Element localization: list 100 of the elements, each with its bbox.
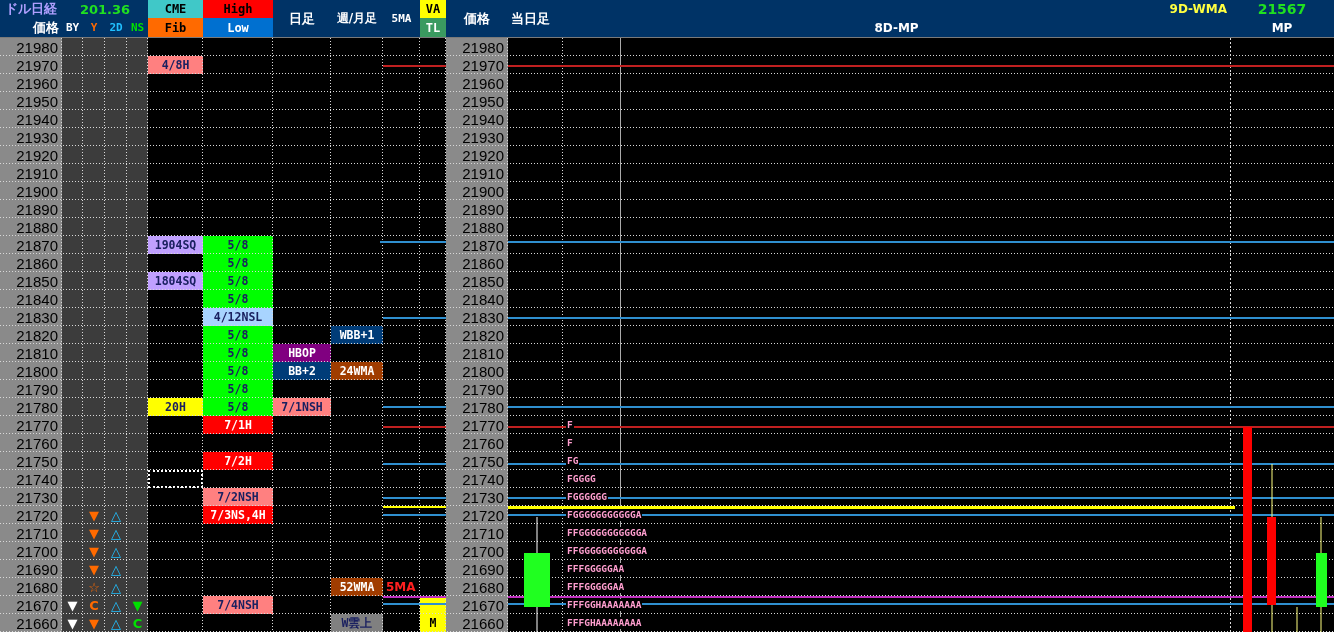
signal-mark: △ [105,578,127,596]
level-line [380,241,446,243]
rate-value: 201.36 [78,0,132,18]
column-header: TL [420,18,446,37]
high-low-label: 5/8 [203,254,273,272]
price-cell: 21660 [0,614,62,632]
signal-mark: ▼ [62,596,83,614]
daily-label: BB+2 [273,362,331,380]
price-cell: 21820 [0,326,62,344]
high-low-label: 5/8 [203,362,273,380]
high-low-label: 5/8 [203,344,273,362]
signal-mark: ▼ [83,506,105,524]
signal-mark: △ [105,542,127,560]
price-cell: 21750 [446,452,508,470]
price-cell: 21890 [0,200,62,218]
price-cell: 21690 [0,560,62,578]
signal-mark: △ [105,506,127,524]
price-cell: 21690 [446,560,508,578]
column-header: CME [148,0,203,18]
signal-mark: △ [105,596,127,614]
price-cell: 21840 [0,290,62,308]
price-cell: 21860 [0,254,62,272]
price-cell: 21780 [446,398,508,416]
price-cell: 21780 [0,398,62,416]
high-low-label: 7/3NS,4H [203,506,273,524]
price-cell: 21770 [0,416,62,434]
profile-letters: FFGGGGGGGGGGGA [566,545,649,557]
signal-mark: ▼ [127,596,148,614]
profile-letters: FFFGGHAAAAAAA [566,599,643,611]
price-cell: 21920 [0,146,62,164]
column-header: 日足 [288,9,316,28]
signal-mark: △ [105,524,127,542]
price-cell: 21910 [0,164,62,182]
price-cell: 21850 [0,272,62,290]
price-cell: 21940 [0,110,62,128]
column-header: 2D [108,20,124,36]
price-cell: 21810 [0,344,62,362]
profile-letters: FFGGGGGGGGGGGA [566,527,649,539]
level-line [383,463,446,465]
price-cell: 21730 [0,488,62,506]
price-cell: 21830 [446,308,508,326]
candle-wick [1296,607,1298,632]
high-low-label: 5/8 [203,326,273,344]
price-cell: 21710 [446,524,508,542]
column-header: MP [1270,19,1294,37]
level-line [383,603,446,605]
selected-cell[interactable] [148,470,203,488]
level-line [383,514,446,516]
level-line [383,506,446,508]
level-line [383,406,446,408]
high-low-label: 5/8 [203,236,273,254]
high-low-label: 5/8 [203,290,273,308]
signal-mark: ▼ [83,560,105,578]
price-cell: 21850 [446,272,508,290]
weekly-label: 24WMA [331,362,383,380]
signal-mark: ▼ [62,614,83,632]
price-cell: 21660 [446,614,508,632]
price-cell: 21960 [0,74,62,92]
high-low-label: 4/12NSL [203,308,273,326]
price-cell: 21970 [0,56,62,74]
signal-mark: △ [105,614,127,632]
signal-mark: C [127,614,148,632]
price-cell: 21980 [0,38,62,56]
daily-label: 7/1NSH [273,398,331,416]
cme-label: 1804SQ [148,272,203,290]
price-cell: 21840 [446,290,508,308]
price-cell: 21710 [0,524,62,542]
level-line [383,596,446,598]
column-header: 8D-MP [873,19,920,37]
price-cell: 21980 [446,38,508,56]
price-cell: 21960 [446,74,508,92]
price-cell: 21900 [0,182,62,200]
high-low-label: 7/1H [203,416,273,434]
high-low-label: 5/8 [203,398,273,416]
price-cell: 21730 [446,488,508,506]
price-cell: 21900 [446,182,508,200]
column-header: High [203,0,273,18]
price-cell: 21700 [0,542,62,560]
signal-mark: ☆ [83,578,105,596]
weekly-label: W雲上 [331,614,383,632]
profile-letters: FGGGGGG [566,491,609,503]
weekly-label: WBB+1 [331,326,383,344]
high-low-label: 7/2H [203,452,273,470]
price-cell: 21700 [446,542,508,560]
price-cell: 21880 [0,218,62,236]
signal-mark: △ [105,560,127,578]
column-header: VA [420,0,446,18]
price-cell: 21950 [0,92,62,110]
profile-letters: FGGGGGGGGGGGA [566,509,643,521]
wma-label: 9D-WMA [1168,1,1228,18]
price-cell: 21790 [0,380,62,398]
cme-label: 4/8H [148,56,203,74]
price-cell: 21940 [446,110,508,128]
signal-mark: C [83,596,105,614]
level-line [383,317,446,319]
daily-label: HBOP [273,344,331,362]
price-cell: 21740 [0,470,62,488]
price-cell: 21670 [0,596,62,614]
cme-label: 1904SQ [148,236,203,254]
price-cell: 21930 [446,128,508,146]
